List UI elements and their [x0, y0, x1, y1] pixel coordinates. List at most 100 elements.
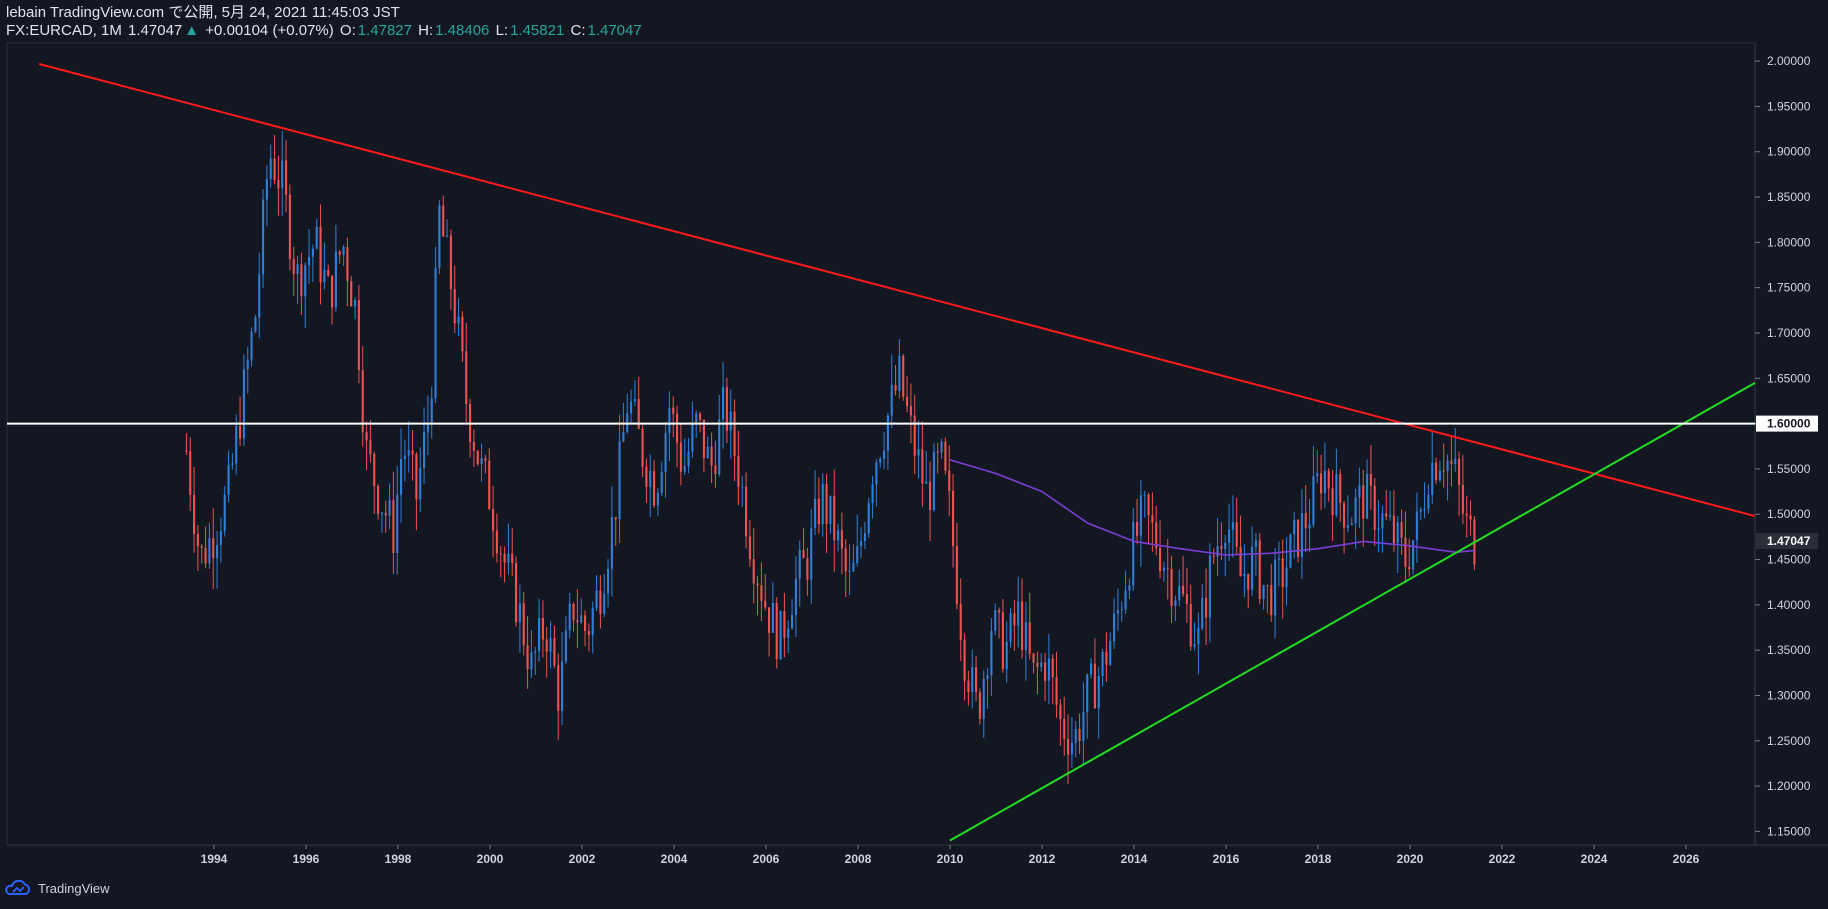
- candle-body: [676, 413, 679, 443]
- candle-body: [1193, 644, 1196, 647]
- candle-body: [442, 205, 445, 237]
- candle-body: [472, 442, 475, 451]
- price-label-text: 1.47047: [1767, 534, 1811, 548]
- candle-body: [1116, 610, 1119, 614]
- candle-body: [837, 530, 840, 541]
- candle-body: [239, 425, 242, 439]
- footer-brand[interactable]: TradingView: [4, 880, 110, 896]
- candle-body: [764, 600, 767, 608]
- candle-body: [952, 490, 955, 546]
- candle-body: [1024, 622, 1027, 650]
- candle-body: [223, 494, 226, 532]
- candle-body: [641, 428, 644, 467]
- candle-body: [499, 553, 502, 555]
- time-tick-label: 1996: [293, 852, 320, 866]
- time-tick-label: 2020: [1397, 852, 1424, 866]
- candle-body: [1377, 528, 1380, 530]
- candle-body: [488, 460, 491, 509]
- candle-body: [856, 546, 859, 563]
- candle-body: [1124, 590, 1127, 610]
- candle-body: [925, 481, 928, 484]
- candle-body: [603, 593, 606, 614]
- candle-body: [1113, 613, 1116, 642]
- price-chart[interactable]: 1.15000 1.20000 1.25000 1.30000 1.35000 1.400…: [0, 0, 1828, 909]
- time-axis[interactable]: 1994 1996 1998 2000 2002 2004 2006 2008 2010 2012…: [201, 845, 1700, 866]
- candle-body: [1231, 522, 1234, 530]
- candle-body: [1458, 458, 1461, 485]
- candle-body: [607, 568, 610, 594]
- candle-body: [1013, 613, 1016, 626]
- candle-body: [806, 558, 809, 580]
- candle-body: [411, 450, 414, 455]
- candle-body: [649, 471, 652, 487]
- candle-body: [760, 585, 763, 601]
- candle-body: [446, 235, 449, 237]
- candle-body: [235, 425, 238, 464]
- candle-body: [706, 446, 709, 459]
- price-tick-label: 1.40000: [1767, 598, 1811, 612]
- candle-body: [932, 451, 935, 511]
- candle-body: [212, 538, 215, 559]
- candle-body: [327, 269, 330, 276]
- candle-body: [998, 610, 1001, 613]
- candle-body: [1182, 585, 1185, 595]
- candle-body: [476, 450, 479, 465]
- candle-body: [1304, 513, 1307, 529]
- candle-body: [1274, 559, 1277, 616]
- candle-body: [258, 274, 261, 318]
- candle-body: [906, 396, 909, 407]
- candle-body: [829, 495, 832, 524]
- candle-body: [1412, 540, 1415, 570]
- support-trendline: [949, 381, 1756, 842]
- candle-body: [599, 590, 602, 614]
- candle-body: [350, 281, 353, 307]
- candle-body: [277, 180, 280, 189]
- candle-body: [572, 603, 575, 621]
- candle-body: [791, 614, 794, 629]
- candle-body: [587, 631, 590, 635]
- candle-body: [737, 455, 740, 487]
- candle-body: [1343, 503, 1346, 528]
- candle-body: [204, 547, 207, 564]
- candle-body: [756, 583, 759, 586]
- candle-body: [185, 450, 188, 452]
- candle-body: [538, 618, 541, 652]
- candle-body: [1055, 677, 1058, 705]
- candle-body: [1389, 515, 1392, 517]
- candle-body: [978, 692, 981, 719]
- candle-body: [1197, 628, 1200, 645]
- time-tick-label: 2018: [1305, 852, 1332, 866]
- candle-body: [1032, 653, 1035, 663]
- candle-body: [1404, 537, 1407, 567]
- candle-body: [1266, 585, 1269, 587]
- candle-body: [1396, 522, 1399, 544]
- price-tick-label: 1.80000: [1767, 235, 1811, 249]
- candle-body: [545, 639, 548, 652]
- candle-body: [219, 531, 222, 545]
- candle-body: [1063, 719, 1066, 739]
- candle-body: [522, 603, 525, 646]
- candle-body: [1308, 524, 1311, 529]
- candle-body: [825, 483, 828, 524]
- candle-body: [1170, 568, 1173, 606]
- candle-body: [971, 667, 974, 692]
- candle-body: [741, 486, 744, 488]
- candle-body: [626, 413, 629, 432]
- candle-body: [568, 603, 571, 631]
- candle-body: [208, 538, 211, 564]
- time-tick-label: 2014: [1121, 852, 1148, 866]
- candle-body: [894, 384, 897, 391]
- price-tick-label: 1.70000: [1767, 326, 1811, 340]
- candle-body: [959, 604, 962, 640]
- candle-body: [787, 628, 790, 638]
- candle-body: [465, 351, 468, 404]
- candle-body: [1247, 573, 1250, 590]
- candle-body: [1423, 508, 1426, 510]
- candle-body: [944, 441, 947, 471]
- candle-body: [1051, 658, 1054, 678]
- time-tick-label: 2006: [753, 852, 780, 866]
- candle-body: [1335, 474, 1338, 516]
- time-tick-label: 2002: [569, 852, 596, 866]
- price-axis[interactable]: 1.15000 1.20000 1.25000 1.30000 1.35000 1.400…: [1755, 54, 1818, 838]
- candle-body: [883, 450, 886, 459]
